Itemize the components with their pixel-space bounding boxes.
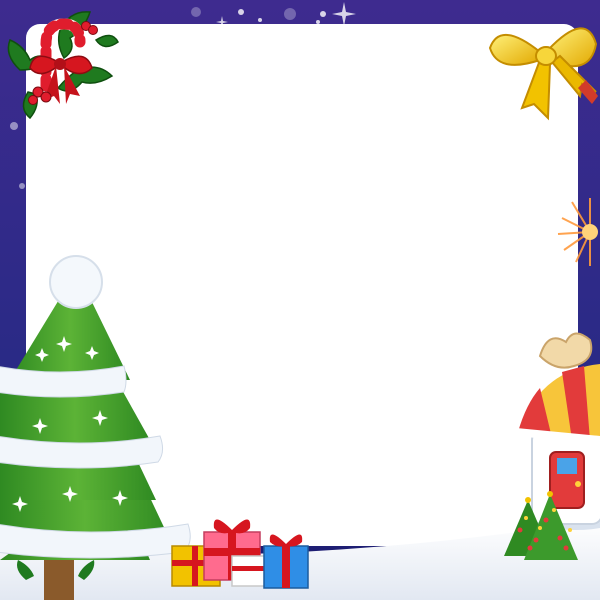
christmas-photo-frame bbox=[0, 0, 600, 600]
photo-placeholder bbox=[26, 24, 578, 544]
